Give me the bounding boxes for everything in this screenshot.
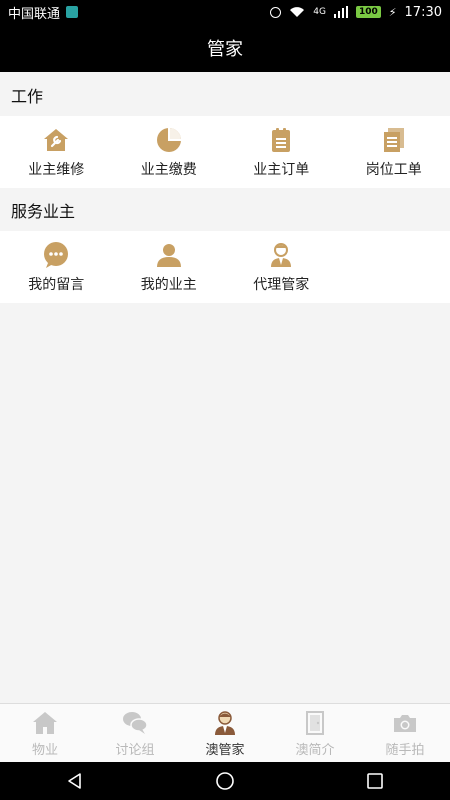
tab-snapshot[interactable]: 随手拍 xyxy=(360,704,450,762)
work-grid: 业主维修 业主缴费 业主订单 岗位工单 xyxy=(0,116,450,188)
owner-payment-button[interactable]: 业主缴费 xyxy=(113,116,226,188)
document-icon xyxy=(379,125,409,155)
butler-icon xyxy=(266,240,296,270)
tab-label: 随手拍 xyxy=(385,742,425,758)
section-header-service: 服务业主 xyxy=(0,188,450,232)
tab-label: 澳管家 xyxy=(205,742,245,758)
post-workorder-button[interactable]: 岗位工单 xyxy=(338,116,450,188)
section-header-work: 工作 xyxy=(0,73,450,117)
chat-icon xyxy=(121,709,149,737)
home-button[interactable] xyxy=(205,766,245,796)
home-icon xyxy=(31,709,59,737)
section-title: 服务业主 xyxy=(11,202,76,221)
status-right: 4G 100 ⚡ 17:30 xyxy=(270,5,442,20)
carrier-name: 中国联通 xyxy=(8,6,61,22)
status-bar: 中国联通 4G 100 ⚡ 17:30 xyxy=(0,0,450,24)
wifi-icon xyxy=(290,7,305,17)
section-title: 工作 xyxy=(11,87,44,106)
back-button[interactable] xyxy=(55,766,95,796)
service-grid: 我的留言 我的业主 代理管家 xyxy=(0,231,450,303)
house-wrench-icon xyxy=(41,125,71,155)
clock: 17:30 xyxy=(404,4,442,20)
cell-label: 代理管家 xyxy=(253,277,310,293)
owner-orders-button[interactable]: 业主订单 xyxy=(225,116,338,188)
tab-label: 讨论组 xyxy=(115,742,155,758)
tab-discussion[interactable]: 讨论组 xyxy=(90,704,180,762)
tab-label: 物业 xyxy=(31,742,58,758)
carrier-area: 中国联通 xyxy=(8,3,79,22)
back-triangle-icon xyxy=(68,773,81,789)
signal-icon xyxy=(334,6,348,18)
tab-property[interactable]: 物业 xyxy=(0,704,90,762)
clipboard-icon xyxy=(266,125,296,155)
cell-label: 业主维修 xyxy=(28,162,85,178)
title-bar: 管家 xyxy=(0,24,450,72)
page-title: 管家 xyxy=(207,39,243,60)
home-circle-icon xyxy=(216,772,234,790)
cell-label: 我的业主 xyxy=(140,277,197,293)
cell-label: 岗位工单 xyxy=(365,162,422,178)
network-type: 4G xyxy=(313,7,326,17)
camera-icon xyxy=(391,709,419,737)
tab-label: 澳简介 xyxy=(295,742,335,758)
door-icon xyxy=(301,709,329,737)
battery-level: 100 xyxy=(356,6,381,18)
cell-label: 业主订单 xyxy=(253,162,310,178)
proxy-butler-button[interactable]: 代理管家 xyxy=(225,231,338,303)
cell-label: 我的留言 xyxy=(28,277,85,293)
my-owners-button[interactable]: 我的业主 xyxy=(113,231,226,303)
charging-icon: ⚡ xyxy=(388,5,397,19)
system-nav-bar xyxy=(0,762,450,800)
bottom-tab-bar: 物业 讨论组 澳管家 澳简介 随手拍 xyxy=(0,703,450,762)
pie-chart-icon xyxy=(154,125,184,155)
tab-intro[interactable]: 澳简介 xyxy=(270,704,360,762)
chat-bubble-icon xyxy=(41,240,71,270)
alarm-icon xyxy=(270,6,282,18)
recents-button[interactable] xyxy=(355,766,395,796)
recents-square-icon xyxy=(367,773,383,789)
my-messages-button[interactable]: 我的留言 xyxy=(0,231,113,303)
sim-icon xyxy=(66,6,79,18)
cell-label: 业主缴费 xyxy=(140,162,197,178)
butler-icon xyxy=(211,709,239,737)
person-icon xyxy=(154,240,184,270)
owner-repair-button[interactable]: 业主维修 xyxy=(0,116,113,188)
tab-butler[interactable]: 澳管家 xyxy=(180,704,270,762)
